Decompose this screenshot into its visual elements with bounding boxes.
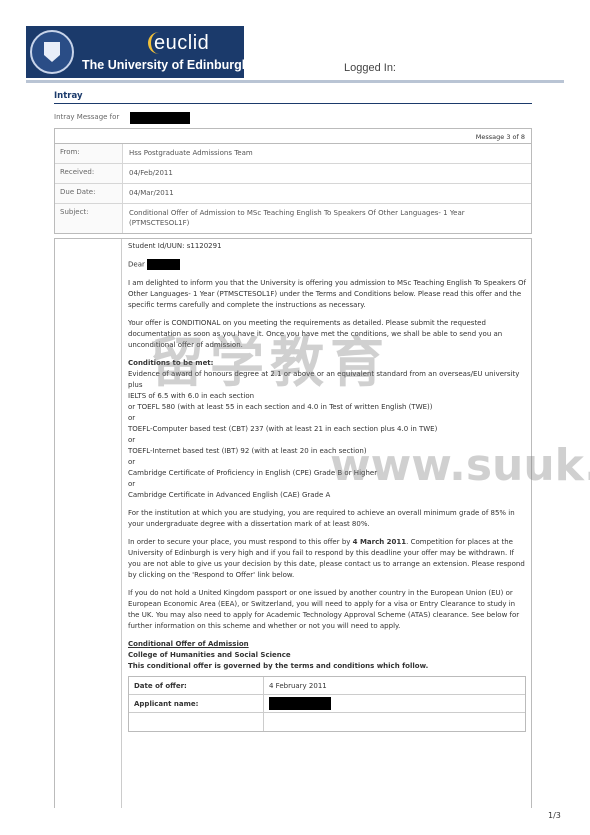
offer-value (264, 713, 525, 731)
salutation: Dear (128, 259, 528, 271)
paragraph-text: In order to secure your place, you must … (128, 537, 353, 546)
message-body: Student Id/UUN: s1120291 Dear I am delig… (128, 241, 528, 732)
condition-line: plus (128, 380, 143, 389)
governed-note: This conditional offer is governed by th… (128, 661, 429, 670)
university-logo[interactable]: euclid The University of Edinburgh (26, 26, 249, 78)
detail-label: Due Date: (55, 183, 123, 203)
site-header: euclid The University of Edinburgh Logge… (26, 26, 566, 82)
paragraph: Your offer is CONDITIONAL on you meeting… (128, 318, 503, 349)
offer-row (129, 712, 525, 731)
detail-value: 04/Feb/2011 (129, 168, 173, 177)
redacted-name (147, 259, 181, 270)
paragraph: In order to secure your place, you must … (128, 537, 528, 581)
condition-line: TOEFL-Internet based test (IBT) 92 (with… (128, 446, 367, 455)
detail-label: Subject: (55, 203, 123, 234)
message-count: Message 3 of 8 (55, 129, 531, 144)
offer-value: 4 February 2011 (269, 681, 327, 690)
logged-in-label: Logged In: (344, 62, 396, 74)
student-id: Student Id/UUN: s1120291 (128, 242, 222, 250)
condition-line: Cambridge Certificate of Proficiency in … (128, 468, 378, 477)
response-deadline: 4 March 2011 (352, 537, 407, 546)
detail-row-subject: Subject: Conditional Offer of Admission … (55, 203, 531, 234)
condition-line: or (128, 479, 136, 488)
paragraph: If you do not hold a United Kingdom pass… (128, 588, 520, 630)
university-name: The University of Edinburgh (82, 58, 250, 72)
detail-value: Hss Postgraduate Admissions Team (129, 149, 253, 157)
brand-name: euclid (154, 32, 210, 54)
salutation-text: Dear (128, 260, 145, 269)
message-for-label: Intray Message for (54, 113, 120, 121)
college-name: College of Humanities and Social Science (128, 650, 291, 659)
redacted-name (130, 112, 190, 124)
condition-line: or TOEFL 580 (with at least 55 in each s… (128, 402, 433, 411)
offer-table: Date of offer: 4 February 2011 Applicant… (128, 675, 526, 732)
detail-value: 04/Mar/2011 (129, 188, 174, 197)
paragraph: I am delighted to inform you that the Un… (128, 278, 526, 309)
paragraph: For the institution at which you are stu… (128, 508, 515, 528)
detail-row-from: From: Hss Postgraduate Admissions Team (55, 144, 531, 164)
conditions-block: Conditions to be met: Evidence of award … (128, 358, 528, 501)
intray-title: Intray (54, 91, 83, 101)
offer-heading: Conditional Offer of Admission (128, 639, 249, 648)
page-number: 1/3 (548, 811, 561, 820)
detail-label: Received: (55, 163, 123, 183)
offer-value (264, 695, 525, 712)
condition-line: Evidence of award of honours degree at 2… (128, 369, 520, 378)
condition-line: or (128, 413, 136, 422)
message-details-table: Message 3 of 8 From: Hss Postgraduate Ad… (54, 128, 532, 235)
condition-line: or (128, 457, 136, 466)
condition-line: or (128, 435, 136, 444)
detail-row-received: Received: 04/Feb/2011 (55, 163, 531, 184)
offer-label: Date of offer: (129, 676, 264, 694)
detail-row-due: Due Date: 04/Mar/2011 (55, 183, 531, 204)
detail-value: Conditional Offer of Admission to MSc Te… (129, 208, 465, 228)
crest-icon (30, 30, 74, 74)
offer-label: Applicant name: (129, 694, 264, 712)
offer-row: Date of offer: 4 February 2011 (129, 676, 525, 695)
condition-line: IELTS of 6.5 with 6.0 in each section (128, 391, 255, 400)
offer-label (129, 712, 264, 731)
conditions-heading: Conditions to be met: (128, 358, 214, 367)
redacted-name (269, 696, 331, 710)
condition-line: Cambridge Certificate in Advanced Englis… (128, 490, 331, 499)
condition-line: TOEFL-Computer based test (CBT) 237 (wit… (128, 424, 438, 433)
detail-label: From: (55, 144, 123, 163)
intray-divider (54, 103, 532, 104)
header-divider (26, 80, 564, 83)
offer-row: Applicant name: (129, 694, 525, 713)
